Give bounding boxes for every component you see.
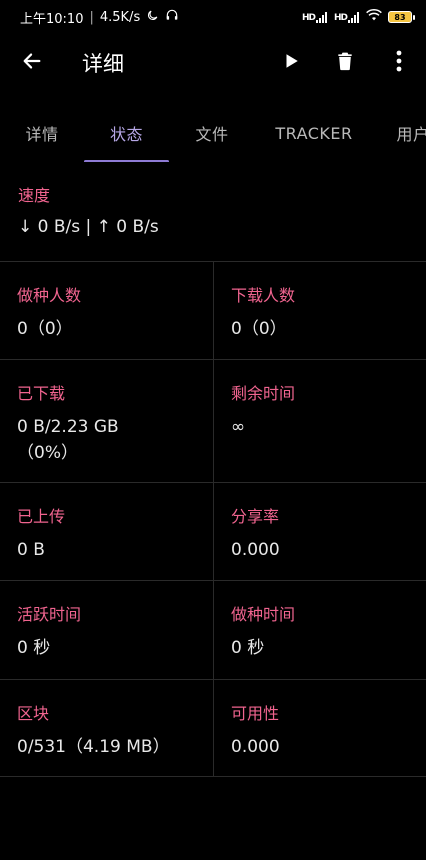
tab-peers[interactable]: 用户 xyxy=(373,104,426,162)
signal-icon: HD xyxy=(333,11,360,23)
leechers-value: 0（0） xyxy=(231,319,287,339)
remaining-time-value: ∞ xyxy=(231,417,246,437)
active-time-label: 活跃时间 xyxy=(17,605,82,624)
share-ratio-label: 分享率 xyxy=(231,507,280,526)
more-options-button[interactable] xyxy=(372,34,426,92)
stats-row: 做种人数 0（0） 下载人数 0（0） xyxy=(0,261,426,359)
pieces-cell: 区块 0/531（4.19 MB） xyxy=(0,680,213,776)
active-time-value: 0 秒 xyxy=(17,638,51,658)
stats-row: 已下载 0 B/2.23 GB （0%） 剩余时间 ∞ xyxy=(0,359,426,482)
tab-status[interactable]: 状态 xyxy=(84,104,169,162)
delete-button[interactable] xyxy=(318,34,372,92)
availability-cell: 可用性 0.000 xyxy=(213,680,426,776)
stats-row: 活跃时间 0 秒 做种时间 0 秒 xyxy=(0,580,426,679)
downloaded-label: 已下载 xyxy=(17,384,66,403)
wifi-icon xyxy=(366,9,382,25)
share-ratio-cell: 分享率 0.000 xyxy=(213,483,426,580)
arrow-left-icon xyxy=(21,50,43,76)
back-button[interactable] xyxy=(0,34,64,92)
tab-bar: 详情 状态 文件 TRACKER 用户 xyxy=(0,104,426,162)
remaining-time-cell: 剩余时间 ∞ xyxy=(213,360,426,482)
seeding-time-cell: 做种时间 0 秒 xyxy=(213,581,426,679)
status-separator: | xyxy=(89,9,94,25)
leechers-cell: 下载人数 0（0） xyxy=(213,262,426,359)
active-tab-indicator xyxy=(84,160,169,162)
seeders-cell: 做种人数 0（0） xyxy=(0,262,213,359)
seeders-label: 做种人数 xyxy=(17,286,82,305)
uploaded-label: 已上传 xyxy=(17,507,66,526)
active-time-cell: 活跃时间 0 秒 xyxy=(0,581,213,679)
speed-section: 速度 ↓ 0 B/s | ↑ 0 B/s xyxy=(0,182,426,261)
tab-tracker[interactable]: TRACKER xyxy=(255,104,373,162)
signal-label: HD xyxy=(301,12,316,23)
moon-icon xyxy=(146,9,159,26)
availability-label: 可用性 xyxy=(231,704,280,723)
headset-icon xyxy=(165,8,179,26)
downloaded-cell: 已下载 0 B/2.23 GB （0%） xyxy=(0,360,213,482)
speed-value: ↓ 0 B/s | ↑ 0 B/s xyxy=(18,217,159,237)
stats-grid: 做种人数 0（0） 下载人数 0（0） 已下载 0 B/2.23 GB （0%）… xyxy=(0,261,426,777)
uploaded-value: 0 B xyxy=(17,540,45,560)
play-button[interactable] xyxy=(264,34,318,92)
remaining-time-label: 剩余时间 xyxy=(231,384,296,403)
stats-row: 区块 0/531（4.19 MB） 可用性 0.000 xyxy=(0,679,426,777)
signal-label: HD xyxy=(333,12,348,23)
page-title: 详细 xyxy=(82,52,124,76)
speed-label: 速度 xyxy=(18,186,51,205)
seeders-value: 0（0） xyxy=(17,319,73,339)
share-ratio-value: 0.000 xyxy=(231,540,280,560)
play-icon xyxy=(282,52,300,74)
app-bar: 详细 xyxy=(0,34,426,92)
tab-files[interactable]: 文件 xyxy=(169,104,255,162)
tab-details[interactable]: 详情 xyxy=(0,104,84,162)
downloaded-value: 0 B/2.23 GB （0%） xyxy=(17,417,119,463)
status-net-speed: 4.5K/s xyxy=(99,9,141,25)
signal-icon: HD xyxy=(301,11,328,23)
stats-row: 已上传 0 B 分享率 0.000 xyxy=(0,482,426,580)
uploaded-cell: 已上传 0 B xyxy=(0,483,213,580)
seeding-time-label: 做种时间 xyxy=(231,605,296,624)
status-bar: 上午10:10 | 4.5K/s HD HD 83 xyxy=(0,0,426,34)
status-time: 上午10:10 xyxy=(20,11,84,27)
trash-icon xyxy=(335,50,355,76)
pieces-label: 区块 xyxy=(17,704,50,723)
leechers-label: 下载人数 xyxy=(231,286,296,305)
pieces-value: 0/531（4.19 MB） xyxy=(17,737,170,757)
battery-icon: 83 xyxy=(388,11,415,23)
more-vert-icon xyxy=(396,50,402,76)
availability-value: 0.000 xyxy=(231,737,280,757)
seeding-time-value: 0 秒 xyxy=(231,638,265,658)
